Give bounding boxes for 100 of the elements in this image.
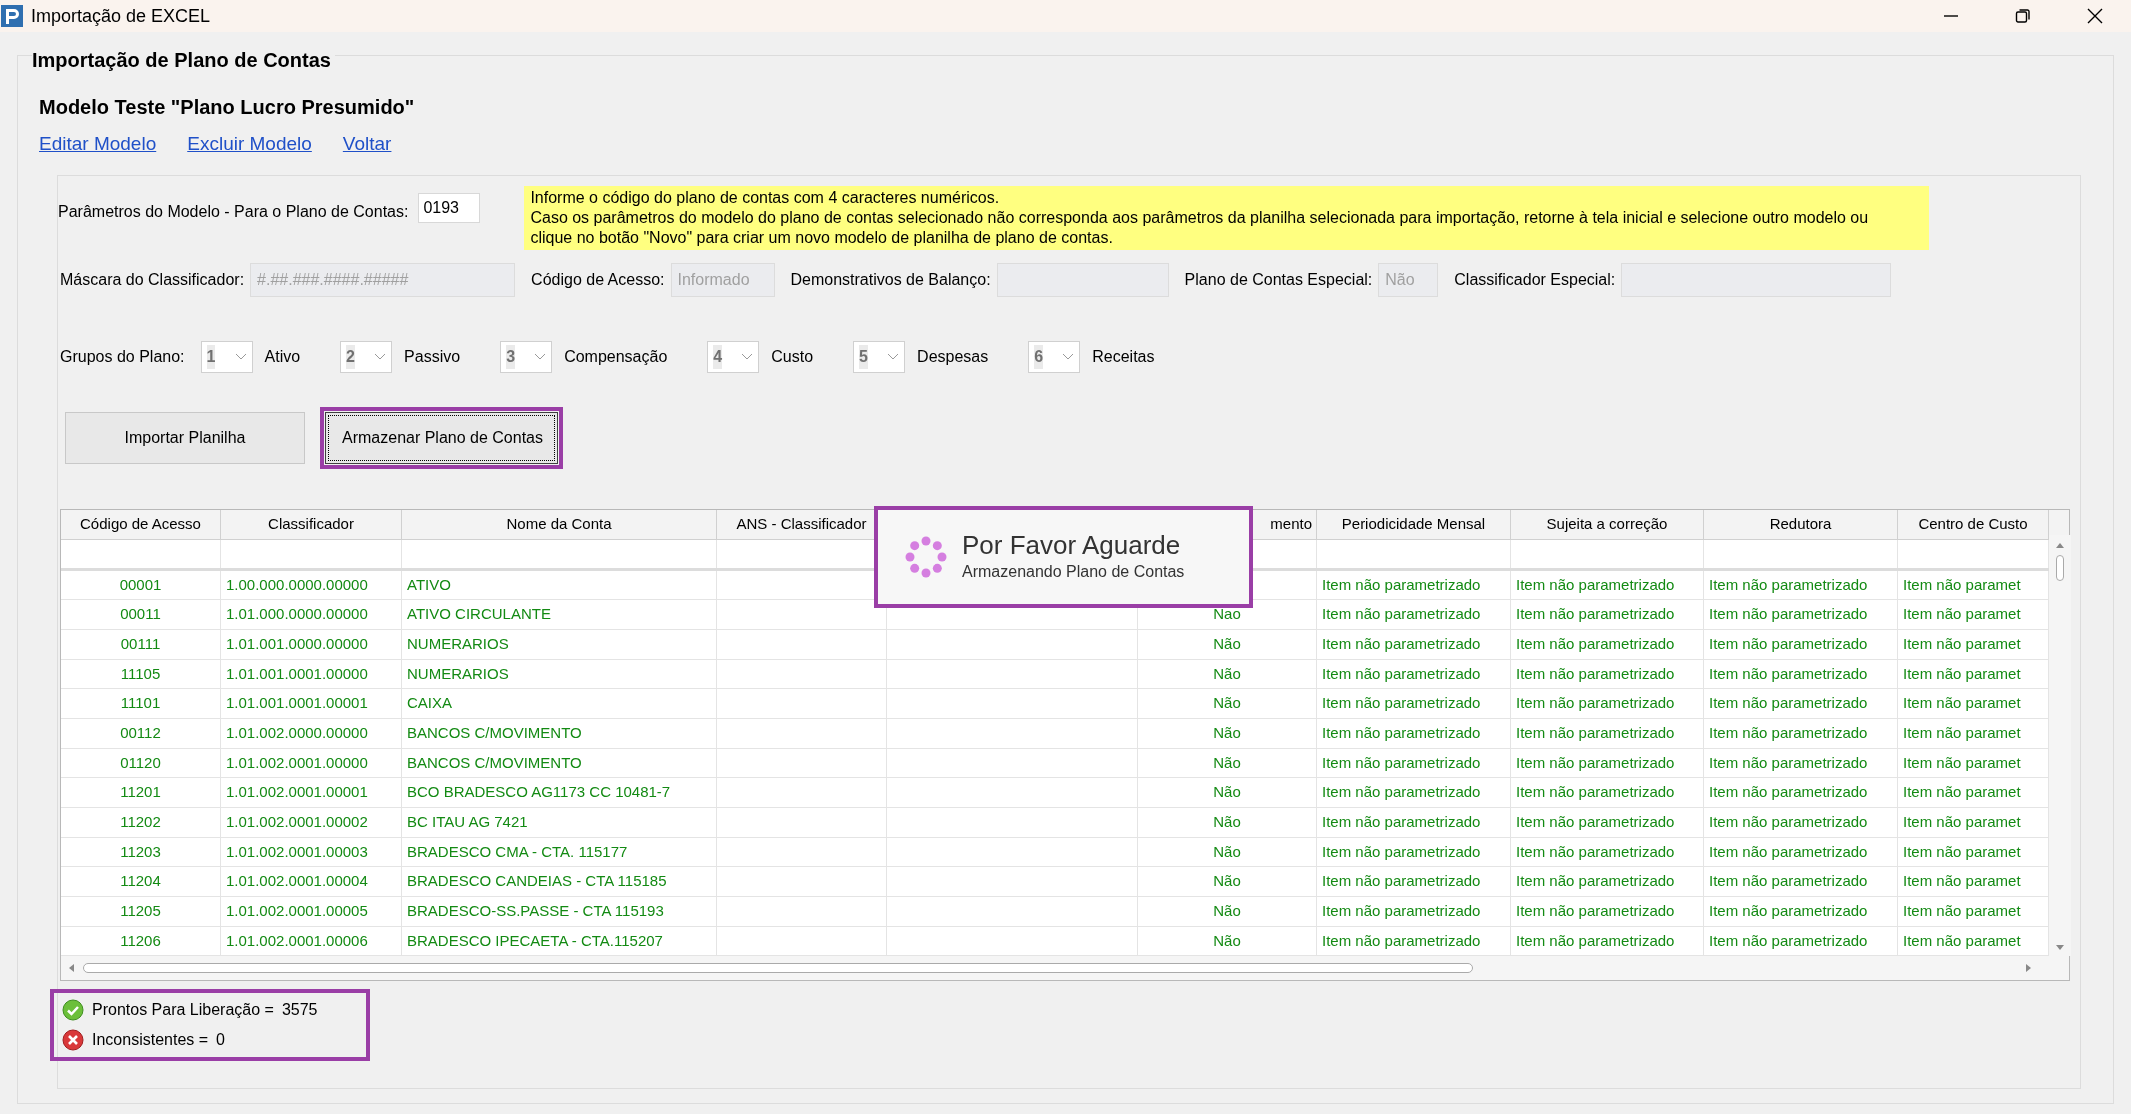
- table-cell-text: Item não parametrizado: [1322, 752, 1481, 773]
- group-dropdown[interactable]: 6: [1028, 340, 1081, 373]
- table-cell-text: Item não paramet: [1903, 604, 2021, 625]
- table-cell-text: BC ITAU AG 7421: [407, 812, 528, 833]
- column-header[interactable]: Código de Acesso: [80, 512, 201, 536]
- group-dropdown[interactable]: 2: [340, 340, 393, 373]
- table-cell-text: Item não parametrizado: [1516, 841, 1675, 862]
- table-cell-text: 11101: [120, 693, 161, 714]
- group-dropdown[interactable]: 1: [200, 340, 253, 373]
- table-cell-text: Item não parametrizado: [1322, 812, 1481, 833]
- chevron-down-icon: [887, 352, 900, 361]
- column-header[interactable]: Classificador: [268, 512, 354, 536]
- link[interactable]: Editar Modelo: [39, 130, 157, 159]
- table-cell-text: Item não paramet: [1903, 633, 2021, 654]
- group-dropdown[interactable]: 5: [853, 340, 906, 373]
- table-cell-text: 1.01.002.0001.00004: [226, 871, 368, 892]
- table-cell-text: Item não paramet: [1903, 930, 2021, 951]
- table-cell-text: BANCOS C/MOVIMENTO: [407, 723, 582, 744]
- window-title: Importação de EXCEL: [31, 4, 211, 28]
- table-cell-text: Não: [1213, 782, 1241, 803]
- group-dropdown[interactable]: 4: [707, 340, 760, 373]
- horizontal-scrollbar[interactable]: [61, 956, 2069, 981]
- status-label: Inconsistentes =: [92, 1030, 209, 1051]
- restore-icon: [2015, 8, 2031, 24]
- check-circle-icon: [62, 999, 84, 1022]
- table-cell-text: BRADESCO-SS.PASSE - CTA 115193: [407, 901, 664, 922]
- column-header[interactable]: ANS - Classificador: [736, 512, 867, 536]
- table-cell-text: Item não paramet: [1903, 901, 2021, 922]
- table-cell-text: NUMERARIOS: [407, 663, 509, 684]
- table-cell-text: CAIXA: [407, 693, 452, 714]
- table-cell-text: Item não paramet: [1903, 693, 2021, 714]
- table-cell-text: Não: [1213, 871, 1241, 892]
- group-label: Custo: [771, 346, 814, 367]
- link[interactable]: Voltar: [342, 130, 392, 159]
- scroll-left-icon[interactable]: [67, 963, 75, 974]
- table-cell-text: Item não parametrizado: [1709, 930, 1868, 951]
- chevron-down-icon: [234, 352, 247, 361]
- info-note: Informe o código do plano de contas com 4 caracteres numéricos. Caso os parâmetros do modelo do plano de contas selecionado não corresponda aos parâmetros da planilha selecionada para importação, retorne à tela inicial e selecione outro modelo ou clique no botão "Novo" para criar um novo modelo de planilha de plano de contas.: [524, 185, 1930, 250]
- table-cell-text: 1.01.002.0000.00000: [226, 723, 368, 744]
- table-cell-text: ATIVO: [407, 574, 451, 595]
- column-header[interactable]: Sujeita a correção: [1546, 512, 1668, 536]
- table-cell-text: 11202: [120, 812, 161, 833]
- popup-subtitle: Armazenando Plano de Contas: [962, 561, 1185, 582]
- table-cell-text: 01120: [120, 752, 161, 773]
- column-header[interactable]: mento: [1270, 512, 1316, 536]
- chevron-down-icon: [741, 352, 754, 361]
- table-cell-text: 1.01.001.0001.00001: [226, 693, 368, 714]
- table-cell-text: Item não parametrizado: [1709, 812, 1868, 833]
- field-label: Demonstrativos de Balanço:: [790, 269, 991, 290]
- action-button[interactable]: Armazenar Plano de Contas: [325, 411, 558, 464]
- table-cell-text: NUMERARIOS: [407, 633, 509, 654]
- table-cell-text: Item não paramet: [1903, 782, 2021, 803]
- table-cell-text: Não: [1213, 663, 1241, 684]
- table-cell-text: Item não parametrizado: [1322, 693, 1481, 714]
- table-cell-text: Item não parametrizado: [1322, 723, 1481, 744]
- table-cell-text: 1.00.000.0000.00000: [226, 574, 368, 595]
- group-label: Passivo: [404, 346, 461, 367]
- status-label: Prontos Para Liberação =: [92, 1000, 274, 1021]
- group-label: Compensação: [564, 346, 668, 367]
- table-cell-text: 1.01.002.0001.00005: [226, 901, 368, 922]
- action-button[interactable]: Importar Planilha: [65, 411, 305, 464]
- table-cell-text: Não: [1213, 841, 1241, 862]
- group-dropdown[interactable]: 3: [500, 340, 553, 373]
- table-cell-text: Item não parametrizado: [1709, 633, 1868, 654]
- table-cell-text: Item não parametrizado: [1516, 812, 1675, 833]
- table-cell-text: Item não parametrizado: [1322, 604, 1481, 625]
- table-cell-text: Item não paramet: [1903, 812, 2021, 833]
- column-header[interactable]: Nome da Conta: [506, 512, 612, 536]
- table-cell-text: 1.01.001.0001.00000: [226, 663, 368, 684]
- table-cell-text: Item não parametrizado: [1516, 752, 1675, 773]
- table-cell-text: Não: [1213, 723, 1241, 744]
- scroll-thumb[interactable]: [2056, 554, 2064, 581]
- table-cell-text: 1.01.002.0001.00001: [226, 782, 368, 803]
- table-cell-text: 1.01.002.0001.00000: [226, 752, 368, 773]
- plan-code-field[interactable]: 0193: [418, 192, 481, 223]
- table-cell-text: Item não parametrizado: [1709, 782, 1868, 803]
- column-header[interactable]: Redutora: [1769, 512, 1832, 536]
- table-cell-text: 00111: [120, 633, 161, 654]
- table-cell-text: Item não parametrizado: [1322, 901, 1481, 922]
- error-circle-icon: [62, 1029, 84, 1052]
- loading-spinner-icon: [904, 534, 948, 579]
- table-cell-text: 1.01.002.0001.00003: [226, 841, 368, 862]
- table-cell-text: Item não paramet: [1903, 841, 2021, 862]
- column-header[interactable]: Centro de Custo: [1918, 512, 2028, 536]
- table-cell-text: Item não parametrizado: [1322, 574, 1481, 595]
- field-label: Máscara do Classificador:: [60, 269, 245, 290]
- app-logo-icon: [1, 5, 23, 27]
- table-cell-text: Item não parametrizado: [1709, 752, 1868, 773]
- scroll-right-icon[interactable]: [2025, 963, 2033, 974]
- table-cell-text: Item não parametrizado: [1322, 633, 1481, 654]
- table-cell-text: Item não parametrizado: [1709, 871, 1868, 892]
- table-cell-text: Item não parametrizado: [1322, 930, 1481, 951]
- link[interactable]: Excluir Modelo: [187, 130, 312, 159]
- column-header[interactable]: Periodicidade Mensal: [1341, 512, 1486, 536]
- table-cell-text: Item não parametrizado: [1709, 574, 1868, 595]
- table-cell-text: BRADESCO CANDEIAS - CTA 115185: [407, 871, 667, 892]
- table-cell-text: Item não paramet: [1903, 871, 2021, 892]
- table-cell-text: Item não parametrizado: [1322, 663, 1481, 684]
- table-cell-text: 11204: [120, 871, 161, 892]
- chevron-down-icon: [534, 352, 547, 361]
